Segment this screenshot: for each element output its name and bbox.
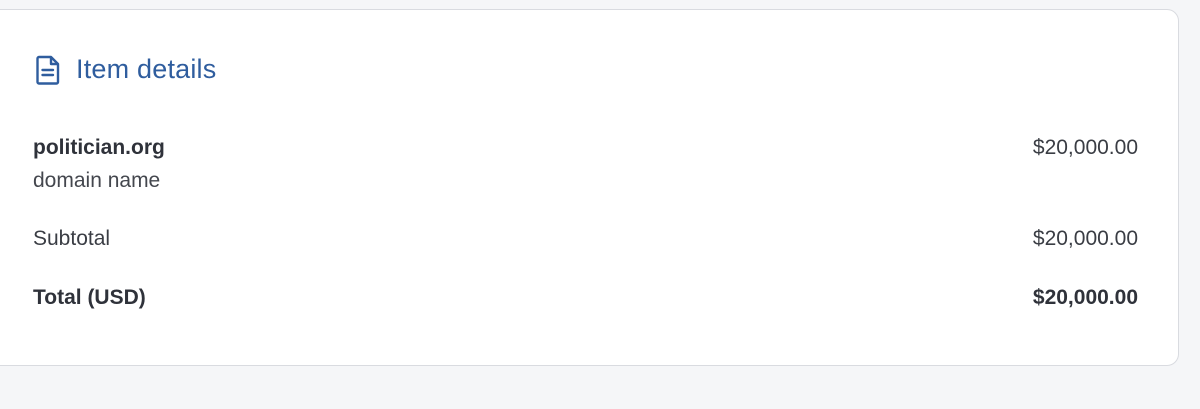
item-details-header: Item details (35, 54, 216, 85)
subtotal-label: Subtotal (33, 227, 111, 250)
item-description: domain name (33, 169, 161, 192)
total-label: Total (USD) (33, 286, 146, 309)
subtotal-value: $20,000.00 (1032, 227, 1138, 250)
section-title: Item details (76, 54, 217, 84)
subtotal-row: Subtotal $20,000.00 (33, 227, 1138, 251)
item-price: $20,000.00 (1032, 136, 1138, 159)
line-item-row: politician.org domain name $20,000.00 (33, 136, 1138, 193)
item-name: politician.org (33, 136, 165, 159)
total-row: Total (USD) $20,000.00 (33, 286, 1138, 310)
total-value: $20,000.00 (1032, 286, 1138, 309)
document-icon (35, 55, 61, 85)
item-details-card: Item details politician.org domain name … (0, 9, 1179, 366)
